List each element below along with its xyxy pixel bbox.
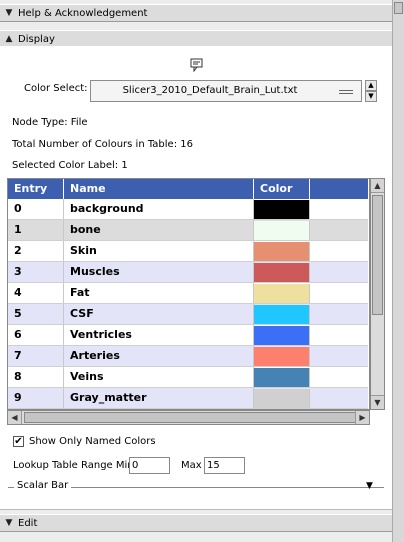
scroll-thumb-horizontal[interactable] [24, 412, 364, 423]
scroll-thumb[interactable] [372, 195, 383, 315]
color-table[interactable]: Entry Name Color 0 background 1 bone 2 Skin 3 M… [7, 178, 370, 410]
entry-cell: 0 [8, 199, 64, 219]
name-cell[interactable]: CSF [64, 304, 254, 324]
color-swatch[interactable] [254, 284, 310, 303]
color-swatch[interactable] [254, 263, 310, 282]
node-type-text: Node Type: File [12, 117, 88, 128]
table-row[interactable]: 9 Gray_matter [8, 388, 368, 409]
color-select-value: Slicer3_2010_Default_Brain_Lut.txt [122, 85, 298, 96]
show-only-named-checkbox[interactable]: ✔ [13, 436, 24, 447]
range-max-input[interactable]: 15 [204, 457, 245, 474]
name-cell[interactable]: Gray_matter [64, 388, 254, 408]
scalar-bar-label[interactable]: Scalar Bar [14, 480, 72, 491]
range-min-input[interactable]: 0 [129, 457, 170, 474]
table-row[interactable]: 0 background [8, 199, 368, 220]
entry-cell: 7 [8, 346, 64, 366]
column-header-entry[interactable]: Entry [8, 179, 64, 199]
color-swatch[interactable] [254, 347, 310, 366]
name-cell[interactable]: Skin [64, 241, 254, 261]
table-row[interactable]: 1 bone [8, 220, 368, 241]
entry-cell: 8 [8, 367, 64, 387]
help-section-header[interactable]: ▼ Help & Acknowledgement [0, 4, 392, 22]
collapse-arrow-icon[interactable]: ▼ [366, 481, 373, 491]
total-colours-text: Total Number of Colours in Table: 16 [12, 139, 193, 150]
color-select-spinner[interactable]: ▲ ▼ [365, 80, 377, 102]
scroll-up-icon[interactable]: ▲ [371, 179, 384, 193]
help-section-title: Help & Acknowledgement [18, 7, 148, 19]
table-header: Entry Name Color [8, 179, 368, 199]
color-swatch[interactable] [254, 305, 310, 324]
name-cell[interactable]: bone [64, 220, 254, 240]
name-cell[interactable]: background [64, 199, 254, 219]
color-swatch[interactable] [254, 326, 310, 345]
scroll-left-icon[interactable]: ◀ [8, 411, 22, 424]
expand-arrow-icon[interactable]: ▲ [0, 34, 18, 44]
panel-scrollbar[interactable] [392, 0, 404, 542]
table-row[interactable]: 3 Muscles [8, 262, 368, 283]
table-row[interactable]: 6 Ventricles [8, 325, 368, 346]
panel-scroll-thumb[interactable] [394, 2, 403, 14]
table-row[interactable]: 5 CSF [8, 304, 368, 325]
show-only-named-label: Show Only Named Colors [29, 436, 156, 447]
scroll-right-icon[interactable]: ▶ [355, 411, 369, 424]
speech-bubble-icon[interactable] [190, 58, 204, 73]
entry-cell: 9 [8, 388, 64, 408]
entry-cell: 4 [8, 283, 64, 303]
entry-cell: 5 [8, 304, 64, 324]
table-horizontal-scrollbar[interactable]: ◀ ▶ [7, 410, 370, 425]
edit-section-title: Edit [18, 517, 38, 529]
entry-cell: 2 [8, 241, 64, 261]
entry-cell: 1 [8, 220, 64, 240]
range-min-label: Lookup Table Range Min [13, 460, 134, 471]
collapse-arrow-icon[interactable]: ▼ [0, 8, 18, 18]
table-row[interactable]: 2 Skin [8, 241, 368, 262]
name-cell[interactable]: Muscles [64, 262, 254, 282]
table-row[interactable]: 8 Veins [8, 367, 368, 388]
entry-cell: 3 [8, 262, 64, 282]
color-swatch[interactable] [254, 200, 310, 219]
name-cell[interactable]: Veins [64, 367, 254, 387]
table-vertical-scrollbar[interactable]: ▲ ▼ [370, 178, 385, 410]
down-arrow-icon[interactable]: ▼ [365, 91, 377, 102]
color-select-combo[interactable]: Slicer3_2010_Default_Brain_Lut.txt [90, 80, 362, 102]
edit-section-header[interactable]: ▼ Edit [0, 514, 392, 532]
collapse-arrow-icon[interactable]: ▼ [0, 518, 18, 528]
color-swatch[interactable] [254, 221, 310, 240]
color-swatch[interactable] [254, 389, 310, 408]
table-row[interactable]: 4 Fat [8, 283, 368, 304]
color-swatch[interactable] [254, 242, 310, 261]
name-cell[interactable]: Arteries [64, 346, 254, 366]
column-header-name[interactable]: Name [64, 179, 254, 199]
column-header-color[interactable]: Color [254, 179, 310, 199]
table-row[interactable]: 7 Arteries [8, 346, 368, 367]
scroll-down-icon[interactable]: ▼ [371, 395, 384, 409]
name-cell[interactable]: Fat [64, 283, 254, 303]
selected-color-label-text: Selected Color Label: 1 [12, 160, 128, 171]
color-swatch[interactable] [254, 368, 310, 387]
color-select-label: Color Select: [24, 83, 88, 94]
range-max-label: Max [181, 460, 202, 471]
name-cell[interactable]: Ventricles [64, 325, 254, 345]
entry-cell: 6 [8, 325, 64, 345]
up-arrow-icon[interactable]: ▲ [365, 80, 377, 91]
display-section-title: Display [18, 33, 55, 45]
menu-lines-icon [339, 90, 353, 94]
